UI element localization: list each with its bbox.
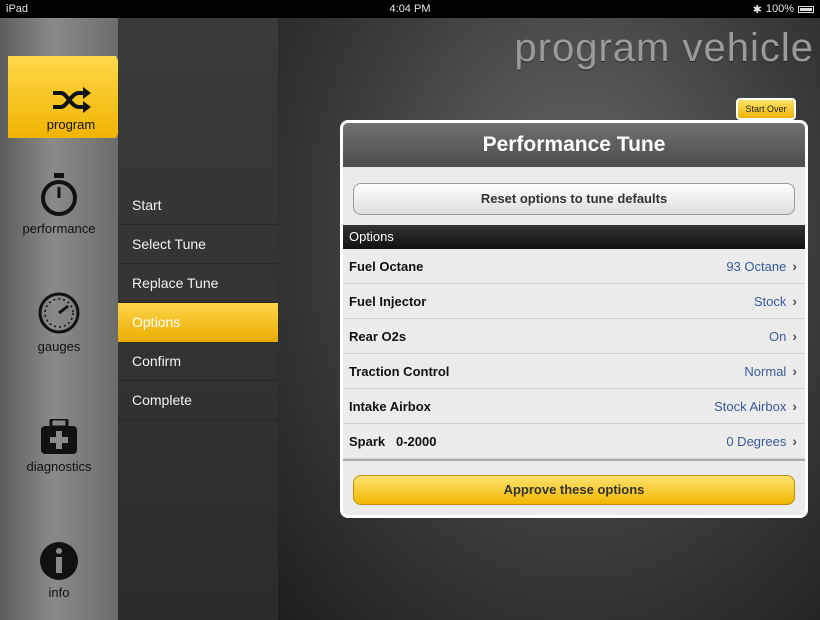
option-label: Fuel Octane [349, 258, 424, 274]
option-value: 93 Octane [726, 258, 787, 274]
options-section-header: Options [343, 225, 805, 249]
approve-area: Approve these options [343, 459, 805, 505]
performance-tune-panel: Performance Tune Reset options to tune d… [340, 120, 808, 518]
option-value-wrap: On › [769, 328, 797, 344]
start-over-button[interactable]: Start Over [736, 98, 796, 120]
option-label: Traction Control [349, 363, 450, 379]
battery-percent: 100% [765, 3, 794, 15]
rail-item-label: performance [22, 221, 96, 236]
rail-item-label: diagnostics [26, 459, 92, 474]
step-complete[interactable]: Complete [118, 381, 278, 420]
option-label: Rear O2s [349, 328, 407, 344]
option-value: Normal [744, 363, 787, 379]
option-value-wrap: 93 Octane › [726, 258, 797, 274]
rail-item-label: gauges [37, 339, 81, 354]
option-label: Spark 0-2000 [349, 433, 437, 449]
step-options[interactable]: Options [118, 303, 300, 342]
reset-defaults-button[interactable]: Reset options to tune defaults [353, 183, 795, 215]
option-value-wrap: Normal › [744, 363, 797, 379]
option-value-wrap: 0 Degrees › [726, 433, 797, 449]
chevron-right-icon: › [792, 398, 797, 414]
toolbox-icon [41, 419, 77, 454]
option-value: On [768, 328, 787, 344]
option-value: Stock [753, 293, 787, 309]
clock: 4:04 PM [389, 3, 431, 15]
step-replace-tune[interactable]: Replace Tune [118, 264, 278, 303]
step-confirm[interactable]: Confirm [118, 342, 278, 381]
option-label: Intake Airbox [349, 398, 431, 414]
option-row-fuel-octane[interactable]: Fuel Octane 93 Octane › [343, 249, 805, 284]
battery-icon [798, 5, 814, 13]
main-area: program vehicle Start Over Performance T… [278, 18, 820, 620]
approve-options-button[interactable]: Approve these options [353, 475, 795, 505]
rail-item-label: program [46, 117, 96, 132]
bluetooth-icon: ✱ [752, 3, 762, 16]
status-right: ✱ 100% [753, 3, 814, 16]
chevron-right-icon: › [792, 433, 797, 449]
rail-item-diagnostics[interactable]: diagnostics [0, 394, 118, 480]
chevron-right-icon: › [792, 293, 797, 309]
device-label: iPad [6, 3, 29, 15]
option-row-intake-airbox[interactable]: Intake Airbox Stock Airbox › [343, 389, 805, 424]
chevron-right-icon: › [792, 258, 797, 274]
rail-item-info[interactable]: info [0, 520, 118, 606]
status-bar: iPad 4:04 PM ✱ 100% [0, 0, 820, 18]
rail-item-label: info [48, 585, 70, 600]
option-row-rear-o2s[interactable]: Rear O2s On › [343, 319, 805, 354]
stopwatch-icon [41, 173, 77, 216]
step-menu: Start Select Tune Replace Tune Options C… [118, 18, 300, 620]
shuffle-icon [53, 87, 91, 113]
panel-title: Performance Tune [343, 123, 805, 167]
step-start[interactable]: Start [118, 186, 278, 225]
option-value: 0 Degrees [726, 433, 787, 449]
option-value: Stock Airbox [714, 398, 787, 414]
step-select-tune[interactable]: Select Tune [118, 225, 278, 264]
option-row-traction-control[interactable]: Traction Control Normal › [343, 354, 805, 389]
info-icon [40, 542, 78, 580]
screen-title: program vehicle [514, 26, 814, 70]
option-value-wrap: Stock Airbox › [714, 398, 797, 414]
icon-rail: program performance gauges diagnostics i… [0, 18, 134, 620]
gauge-icon [38, 292, 80, 334]
option-row-fuel-injector[interactable]: Fuel Injector Stock › [343, 284, 805, 319]
option-label: Fuel Injector [349, 293, 427, 309]
option-row-spark[interactable]: Spark 0-2000 0 Degrees › [343, 424, 805, 459]
option-value-wrap: Stock › [754, 293, 797, 309]
chevron-right-icon: › [792, 363, 797, 379]
rail-item-performance[interactable]: performance [0, 156, 118, 242]
rail-item-program[interactable]: program [8, 56, 134, 138]
rail-item-gauges[interactable]: gauges [0, 274, 118, 360]
chevron-right-icon: › [792, 328, 797, 344]
